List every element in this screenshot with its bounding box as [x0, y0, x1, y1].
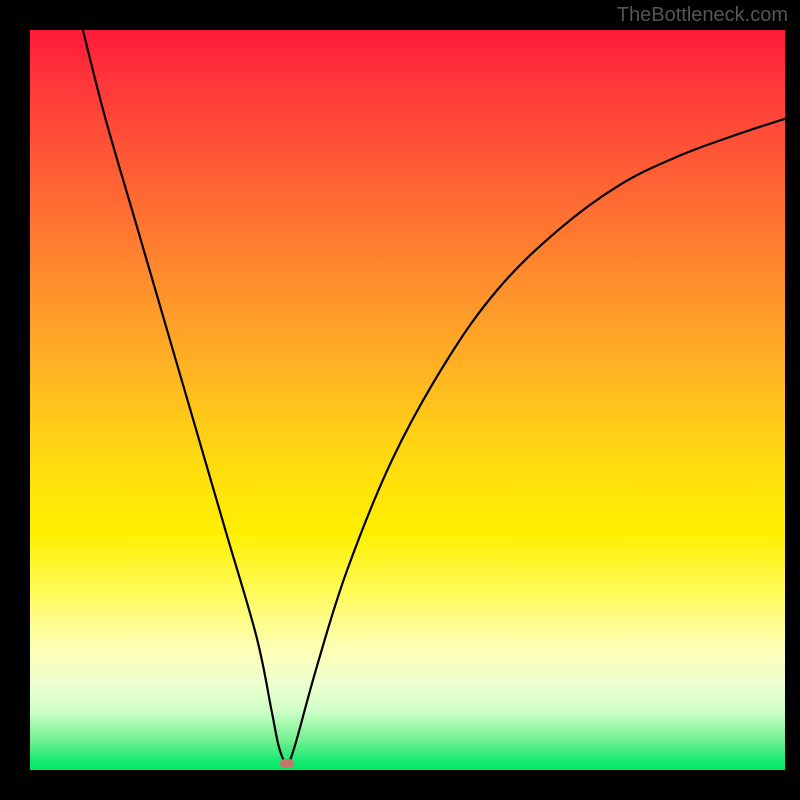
- bottleneck-curve: [30, 30, 785, 770]
- minimum-marker: [280, 759, 294, 768]
- chart-plot-area: [30, 30, 785, 770]
- watermark-text: TheBottleneck.com: [617, 4, 788, 27]
